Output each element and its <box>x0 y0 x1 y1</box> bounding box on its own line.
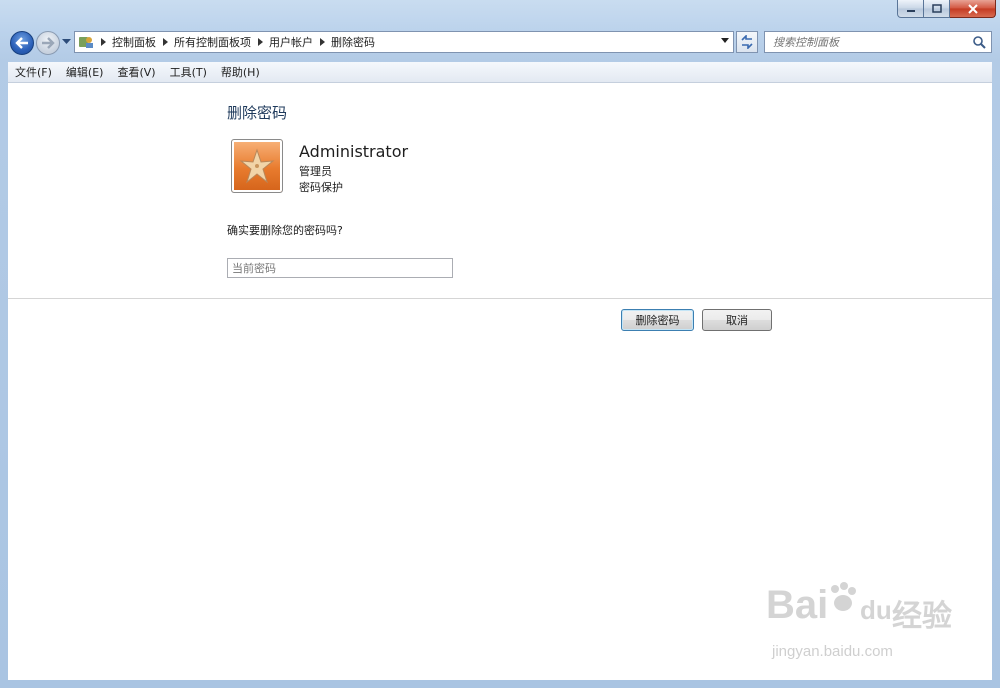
watermark-url: jingyan.baidu.com <box>772 643 893 660</box>
refresh-button[interactable] <box>736 31 758 53</box>
breadcrumb-separator-icon[interactable] <box>96 38 110 46</box>
history-dropdown-icon[interactable] <box>62 39 71 45</box>
address-dropdown-icon[interactable] <box>721 38 729 43</box>
menu-bar: 文件(F) 编辑(E) 查看(V) 工具(T) 帮助(H) <box>8 62 992 83</box>
starfish-icon <box>239 148 275 184</box>
menu-file[interactable]: 文件(F) <box>8 63 59 82</box>
refresh-icon <box>741 35 753 49</box>
control-panel-window: 控制面板 所有控制面板项 用户帐户 删除密码 文件(F) 编辑(E) 查看(V)… <box>0 0 1000 688</box>
user-avatar <box>231 139 283 193</box>
menu-view[interactable]: 查看(V) <box>110 63 162 82</box>
content-pane: 删除密码 Administrator 管理员 密码保护 确实要删除您的密码吗? … <box>8 83 992 680</box>
current-password-input[interactable] <box>227 258 453 278</box>
arrow-left-icon <box>15 37 28 49</box>
breadcrumb-all-items[interactable]: 所有控制面板项 <box>172 34 253 50</box>
search-box[interactable] <box>764 31 992 53</box>
breadcrumb-separator-icon[interactable] <box>253 38 267 46</box>
minimize-icon <box>906 9 915 12</box>
cancel-button[interactable]: 取消 <box>702 309 772 331</box>
minimize-button[interactable] <box>897 0 924 18</box>
watermark-brand-cn: 经验 <box>892 600 952 633</box>
watermark-brand-du: du <box>860 595 892 625</box>
user-role: 管理员 <box>299 165 332 178</box>
breadcrumb-remove-password[interactable]: 删除密码 <box>329 34 377 50</box>
menu-help[interactable]: 帮助(H) <box>214 63 267 82</box>
remove-password-button[interactable]: 删除密码 <box>621 309 694 331</box>
arrow-right-icon <box>42 37 55 49</box>
watermark-brand: Bai <box>766 583 829 627</box>
navigation-bar: 控制面板 所有控制面板项 用户帐户 删除密码 <box>0 28 1000 58</box>
divider <box>8 298 992 299</box>
page-title: 删除密码 <box>227 104 288 122</box>
close-button[interactable] <box>950 0 996 18</box>
control-panel-icon <box>78 34 96 50</box>
baidu-watermark: Bai du 经验 jingyan.baidu.com <box>766 581 966 673</box>
window-controls <box>897 0 996 20</box>
user-password-status: 密码保护 <box>299 181 343 194</box>
forward-button[interactable] <box>36 31 60 55</box>
search-icon[interactable] <box>972 35 986 49</box>
maximize-button[interactable] <box>924 0 950 18</box>
menu-edit[interactable]: 编辑(E) <box>59 63 111 82</box>
breadcrumb-control-panel[interactable]: 控制面板 <box>110 34 158 50</box>
breadcrumb-separator-icon[interactable] <box>315 38 329 46</box>
confirm-question: 确实要删除您的密码吗? <box>227 224 343 237</box>
search-input[interactable] <box>771 34 971 50</box>
close-icon <box>967 3 978 14</box>
breadcrumb-separator-icon[interactable] <box>158 38 172 46</box>
breadcrumb-user-accounts[interactable]: 用户帐户 <box>267 34 315 50</box>
maximize-icon <box>931 4 942 13</box>
user-name: Administrator <box>299 142 409 161</box>
address-bar[interactable]: 控制面板 所有控制面板项 用户帐户 删除密码 <box>74 31 734 53</box>
back-button[interactable] <box>10 31 34 55</box>
menu-tools[interactable]: 工具(T) <box>163 63 214 82</box>
paw-icon <box>831 582 856 611</box>
